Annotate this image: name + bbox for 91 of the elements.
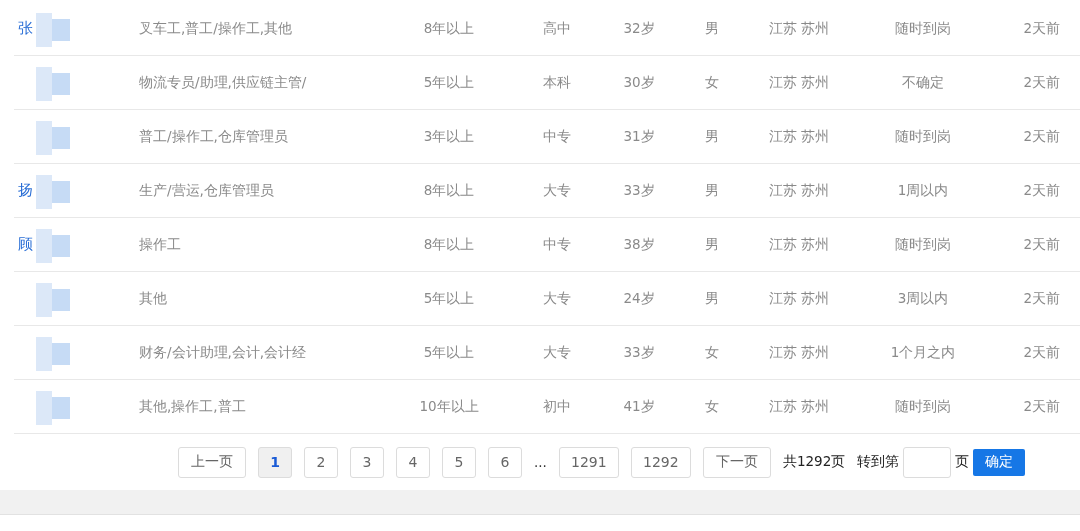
gender-cell-text: 男	[703, 19, 720, 38]
availability-cell-text: 随时到岗	[894, 127, 952, 146]
experience-cell-text: 3年以上	[422, 127, 476, 146]
experience-cell-text: 8年以上	[422, 181, 476, 200]
availability-cell-text: 1周以内	[896, 181, 950, 200]
page-suffix: 页	[955, 453, 970, 471]
location-cell-text: 江苏 苏州	[767, 289, 831, 308]
education-cell-text: 中专	[541, 235, 572, 254]
redaction-mosaic	[36, 282, 70, 317]
availability-cell-text: 随时到岗	[894, 19, 952, 38]
age-cell-text: 33岁	[622, 343, 656, 362]
redaction-mosaic	[36, 120, 70, 155]
experience-cell-text: 5年以上	[422, 289, 476, 308]
experience-cell-text: 5年以上	[422, 343, 476, 362]
ellipsis: ...	[534, 454, 547, 470]
education-cell-text: 高中	[541, 19, 572, 38]
page-input[interactable]	[903, 446, 952, 478]
availability-cell-text: 3周以内	[896, 289, 950, 308]
gender-cell-text: 女	[703, 73, 720, 92]
age-cell-text: 30岁	[622, 73, 656, 92]
age-cell-text: 33岁	[622, 181, 656, 200]
gender-cell-text: 男	[703, 181, 720, 200]
education-cell-text: 大专	[541, 343, 572, 362]
age-cell-text: 31岁	[622, 127, 656, 146]
job-categories: 普工/操作工,仓库管理员	[139, 127, 289, 146]
page-button[interactable]: 5	[442, 446, 476, 478]
age-cell-text: 38岁	[622, 235, 656, 254]
page-button[interactable]: 1291	[558, 446, 619, 478]
job-categories: 其他,操作工,普工	[139, 397, 247, 416]
redaction-mosaic	[36, 66, 70, 101]
education-cell-text: 大专	[541, 289, 572, 308]
candidate-name[interactable]: 顾	[14, 235, 33, 254]
updated-cell-text: 2天前	[1022, 73, 1061, 92]
job-categories: 物流专员/助理,供应链主管/	[139, 73, 308, 92]
availability-cell-text: 1个月之内	[889, 343, 957, 362]
experience-cell-text: 8年以上	[422, 235, 476, 254]
age-cell-text: 41岁	[622, 397, 656, 416]
redaction-mosaic	[36, 336, 70, 371]
gender-cell-text: 男	[703, 127, 720, 146]
next-page-button[interactable]: 下一页	[702, 446, 771, 478]
prev-page-button[interactable]: 上一页	[178, 446, 246, 478]
location-cell-text: 江苏 苏州	[767, 19, 831, 38]
job-categories: 其他	[139, 289, 168, 308]
updated-cell-text: 2天前	[1022, 289, 1061, 308]
job-categories: 生产/营运,仓库管理员	[139, 181, 275, 200]
page-button[interactable]: 4	[396, 446, 430, 478]
location-cell-text: 江苏 苏州	[767, 343, 831, 362]
candidate-name[interactable]: 张	[14, 19, 33, 38]
availability-cell-text: 不确定	[901, 73, 945, 92]
page-button[interactable]: 1292	[630, 446, 691, 478]
experience-cell-text: 5年以上	[422, 73, 476, 92]
location-cell-text: 江苏 苏州	[767, 181, 831, 200]
updated-cell-text: 2天前	[1022, 397, 1061, 416]
education-cell-text: 初中	[541, 397, 572, 416]
updated-cell-text: 2天前	[1022, 235, 1061, 254]
availability-cell-text: 随时到岗	[894, 397, 952, 416]
location-cell-text: 江苏 苏州	[767, 235, 831, 254]
candidate-name[interactable]: 扬	[14, 181, 33, 200]
location-cell-text: 江苏 苏州	[767, 397, 831, 416]
updated-cell-text: 2天前	[1022, 19, 1061, 38]
gender-cell-text: 男	[703, 289, 720, 308]
updated-cell-text: 2天前	[1022, 127, 1061, 146]
updated-cell-text: 2天前	[1022, 181, 1061, 200]
location-cell-text: 江苏 苏州	[767, 127, 831, 146]
age-cell-text: 32岁	[622, 19, 656, 38]
redaction-mosaic	[36, 390, 70, 425]
gender-cell-text: 男	[703, 235, 720, 254]
page-button[interactable]: 3	[350, 446, 384, 478]
confirm-button[interactable]: 确定	[973, 448, 1026, 476]
job-categories: 叉车工,普工/操作工,其他	[139, 19, 294, 38]
availability-cell-text: 随时到岗	[894, 235, 952, 254]
updated-cell-text: 2天前	[1022, 343, 1061, 362]
job-categories: 操作工	[139, 235, 182, 254]
gender-cell-text: 女	[703, 397, 720, 416]
education-cell-text: 大专	[541, 181, 572, 200]
page-button[interactable]: 1	[258, 446, 292, 478]
gender-cell-text: 女	[703, 343, 720, 362]
job-categories: 财务/会计助理,会计,会计经	[139, 343, 308, 362]
location-cell-text: 江苏 苏州	[767, 73, 831, 92]
education-cell-text: 本科	[541, 73, 572, 92]
experience-cell-text: 8年以上	[422, 19, 476, 38]
experience-cell-text: 10年以上	[418, 397, 480, 416]
education-cell-text: 中专	[541, 127, 572, 146]
redaction-mosaic	[36, 174, 70, 209]
page-button[interactable]: 2	[304, 446, 338, 478]
page-button[interactable]: 6	[488, 446, 522, 478]
redaction-mosaic	[36, 228, 70, 263]
redaction-mosaic	[36, 12, 70, 47]
total-pages: 共1292页	[782, 453, 846, 471]
age-cell-text: 24岁	[622, 289, 656, 308]
goto-label: 转到第	[857, 453, 900, 471]
